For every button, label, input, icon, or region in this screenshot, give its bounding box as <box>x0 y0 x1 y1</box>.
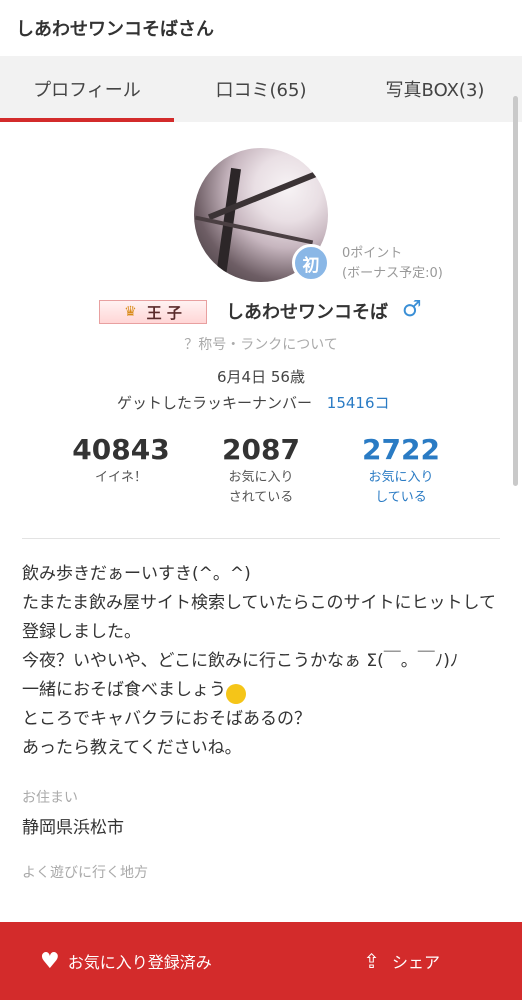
stat-likes: 40843 イイネ！ <box>51 432 191 508</box>
bio-line: あったら教えてくださいね。 <box>22 738 242 758</box>
stats-row: 40843 イイネ！ 2087 お気に入り されている 2722 お気に入り し… <box>0 432 522 508</box>
stat-favorited-by: 2087 お気に入り されている <box>191 432 331 508</box>
title-badge: ♛ 王 子 <box>99 300 207 324</box>
nickname: しあわせワンコそば <box>226 302 388 323</box>
crown-icon: ♛ <box>124 304 137 320</box>
stat-favoriting-value: 2722 <box>362 433 440 466</box>
points-info: 0ポイント (ボーナス予定:0) <box>342 244 443 284</box>
stat-favoriting[interactable]: 2722 お気に入り している <box>331 432 471 508</box>
tab-photo-box[interactable]: 写真BOX(3) <box>348 56 522 122</box>
page-title: しあわせワンコそばさん <box>16 19 214 40</box>
bottom-action-bar: ♥ お気に入り登録済み ⇪ シェア <box>0 922 522 1000</box>
heart-icon: ♥ <box>40 948 60 974</box>
profile-card: 初 0ポイント (ボーナス予定:0) ♛ 王 子 しあわせワンコそば ♂ ？称号… <box>0 122 522 542</box>
stat-likes-value: 40843 <box>72 433 170 466</box>
share-icon: ⇪ <box>363 949 380 973</box>
favorite-button-label: お気に入り登録済み <box>67 953 212 972</box>
divider <box>22 538 500 539</box>
bio-line: たまたま飲み屋サイト検索していたらこのサイトにヒットして登録しました。 <box>22 593 496 642</box>
bio-line: 飲み歩きだぁーいすき(^。^) <box>22 564 251 584</box>
lucky-number-value[interactable]: 15416コ <box>327 394 390 412</box>
tab-profile[interactable]: プロフィール <box>0 56 174 122</box>
residence-label: お住まい <box>22 790 78 806</box>
tab-reviews[interactable]: 口コミ(65) <box>174 56 348 122</box>
stat-favorited-by-value: 2087 <box>222 433 300 466</box>
share-button-label: シェア <box>391 953 440 972</box>
stat-likes-label: イイネ！ <box>94 470 147 485</box>
residence-value: 静岡県浜松市 <box>22 818 124 838</box>
bio-line: ところでキャバクラにおそばあるの？ <box>22 709 311 729</box>
bio-line-text: 一緒におそば食べましょう <box>22 680 226 700</box>
male-icon: ♂ <box>402 297 422 322</box>
favorite-button[interactable]: ♥ お気に入り登録済み <box>0 949 240 974</box>
top-bar: しあわせワンコそばさん <box>0 0 522 56</box>
rank-badge: 初 <box>292 244 330 282</box>
birthday-age: 6月4日 56歳 <box>217 368 305 386</box>
stat-favoriting-label: お気に入り している <box>368 470 434 505</box>
title-badge-text: 王 子 <box>146 303 182 322</box>
share-button[interactable]: ⇪ シェア <box>240 949 522 973</box>
lucky-number-label: ゲットしたラッキーナンバー <box>117 394 313 412</box>
bio-line: 今夜？いやいや、どこに飲みに行こうかなぁ Σ(￣。￣ﾉ)ﾉ <box>22 651 459 671</box>
tab-bar: プロフィール 口コミ(65) 写真BOX(3) <box>0 56 522 486</box>
stat-favorited-by-label: お気に入り されている <box>228 470 294 505</box>
frequent-area-label: よく遊びに行く地方 <box>22 865 148 881</box>
avatar-photo-branch <box>194 215 314 245</box>
lucky-number-row: ゲットしたラッキーナンバー 15416コ <box>117 392 390 413</box>
bonus-points-text: (ボーナス予定:0) <box>342 266 443 281</box>
bio-text: 飲み歩きだぁーいすき(^。^) たまたま飲み屋サイト検索していたらこのサイトにヒッ… <box>0 542 522 763</box>
avatar-photo-branch <box>207 161 328 221</box>
bio-line: 一緒におそば食べましょう <box>22 676 500 705</box>
points-text: 0ポイント <box>342 246 403 261</box>
smile-emoji-icon <box>226 684 246 704</box>
rank-help-link[interactable]: ？称号・ランクについて <box>0 334 522 354</box>
